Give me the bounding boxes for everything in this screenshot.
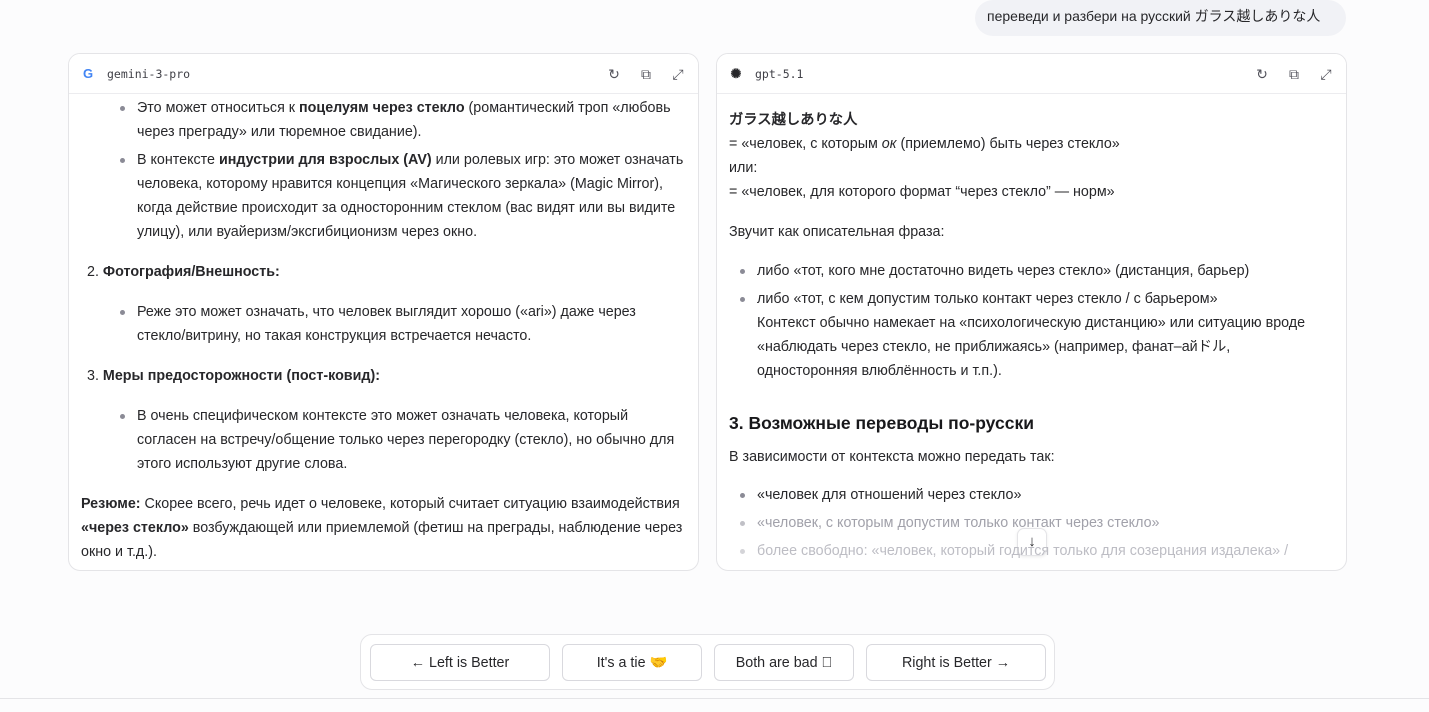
list-item: В очень специфическом контексте это може…	[109, 404, 686, 476]
or-text: или:	[729, 160, 758, 176]
model-name: gpt-5.1	[755, 66, 804, 81]
paragraph: Звучит как описательная фраза:	[729, 224, 945, 240]
meaning-line: = «человек, для которого формат “через с…	[729, 184, 1115, 200]
openai-icon: ✺	[730, 65, 742, 81]
panel-header: G gemini-3-pro ↻ ⧉ ⤢	[69, 54, 698, 94]
left-is-better-button[interactable]: ← Left is Better	[370, 644, 550, 681]
google-icon: G	[82, 65, 94, 81]
paragraph: В зависимости от контекста можно передат…	[729, 449, 1055, 465]
list-item: либо «тот, кого мне достаточно видеть че…	[729, 259, 1334, 283]
numbered-heading: 2. Фотография/Внешность:	[87, 264, 280, 280]
response-content: ガラス越しありな人 = «человек, с которым ок (прие…	[717, 94, 1346, 570]
section-heading: 3. Возможные переводы по-русски	[729, 413, 1034, 433]
list-item: Это может относиться к поцелуям через ст…	[109, 96, 686, 144]
meaning-line: = «человек, с которым ок (приемлемо) быт…	[729, 136, 1120, 152]
list-item: «человек, с которым допустим только конт…	[729, 511, 1334, 535]
both-bad-button[interactable]: Both are bad ⃠	[714, 644, 854, 681]
summary: Резюме: Скорее всего, речь идет о челове…	[81, 496, 683, 560]
expand-icon[interactable]: ⤢	[670, 66, 686, 82]
list-item: В контексте индустрии для взрослых (AV) …	[109, 148, 686, 244]
expand-icon[interactable]: ⤢	[1318, 66, 1334, 82]
divider	[0, 698, 1429, 699]
list-item: либо «тот, с кем допустим только контакт…	[729, 287, 1334, 383]
list-item: Реже это может означать, что человек выг…	[109, 300, 686, 348]
numbered-heading: 3. Меры предосторожности (пост-ковид):	[87, 368, 380, 384]
right-is-better-button[interactable]: Right is Better →	[866, 644, 1046, 681]
list-item: «человек для отношений через стекло»	[729, 483, 1334, 507]
response-content: Это может относиться к поцелуям через ст…	[69, 94, 698, 570]
refresh-icon[interactable]: ↻	[1254, 66, 1270, 82]
user-prompt-bubble: переведи и разбери на русский ガラス越しありな人	[975, 0, 1346, 36]
copy-icon[interactable]: ⧉	[1286, 66, 1302, 82]
model-name: gemini-3-pro	[107, 66, 191, 81]
phrase: ガラス越しありな人	[729, 112, 858, 128]
tie-button[interactable]: It's a tie 🤝	[562, 644, 702, 681]
right-response-panel: ✺ gpt-5.1 ↻ ⧉ ⤢ ガラス越しありな人 = «человек, с …	[716, 53, 1347, 571]
refresh-icon[interactable]: ↻	[606, 66, 622, 82]
vote-bar: ← Left is Better It's a tie 🤝 Both are b…	[360, 634, 1055, 690]
left-response-panel: G gemini-3-pro ↻ ⧉ ⤢ Это может относитьс…	[68, 53, 699, 571]
panel-header: ✺ gpt-5.1 ↻ ⧉ ⤢	[717, 54, 1346, 94]
list-item: более свободно: «человек, который годитс…	[729, 539, 1334, 563]
copy-icon[interactable]: ⧉	[638, 66, 654, 82]
